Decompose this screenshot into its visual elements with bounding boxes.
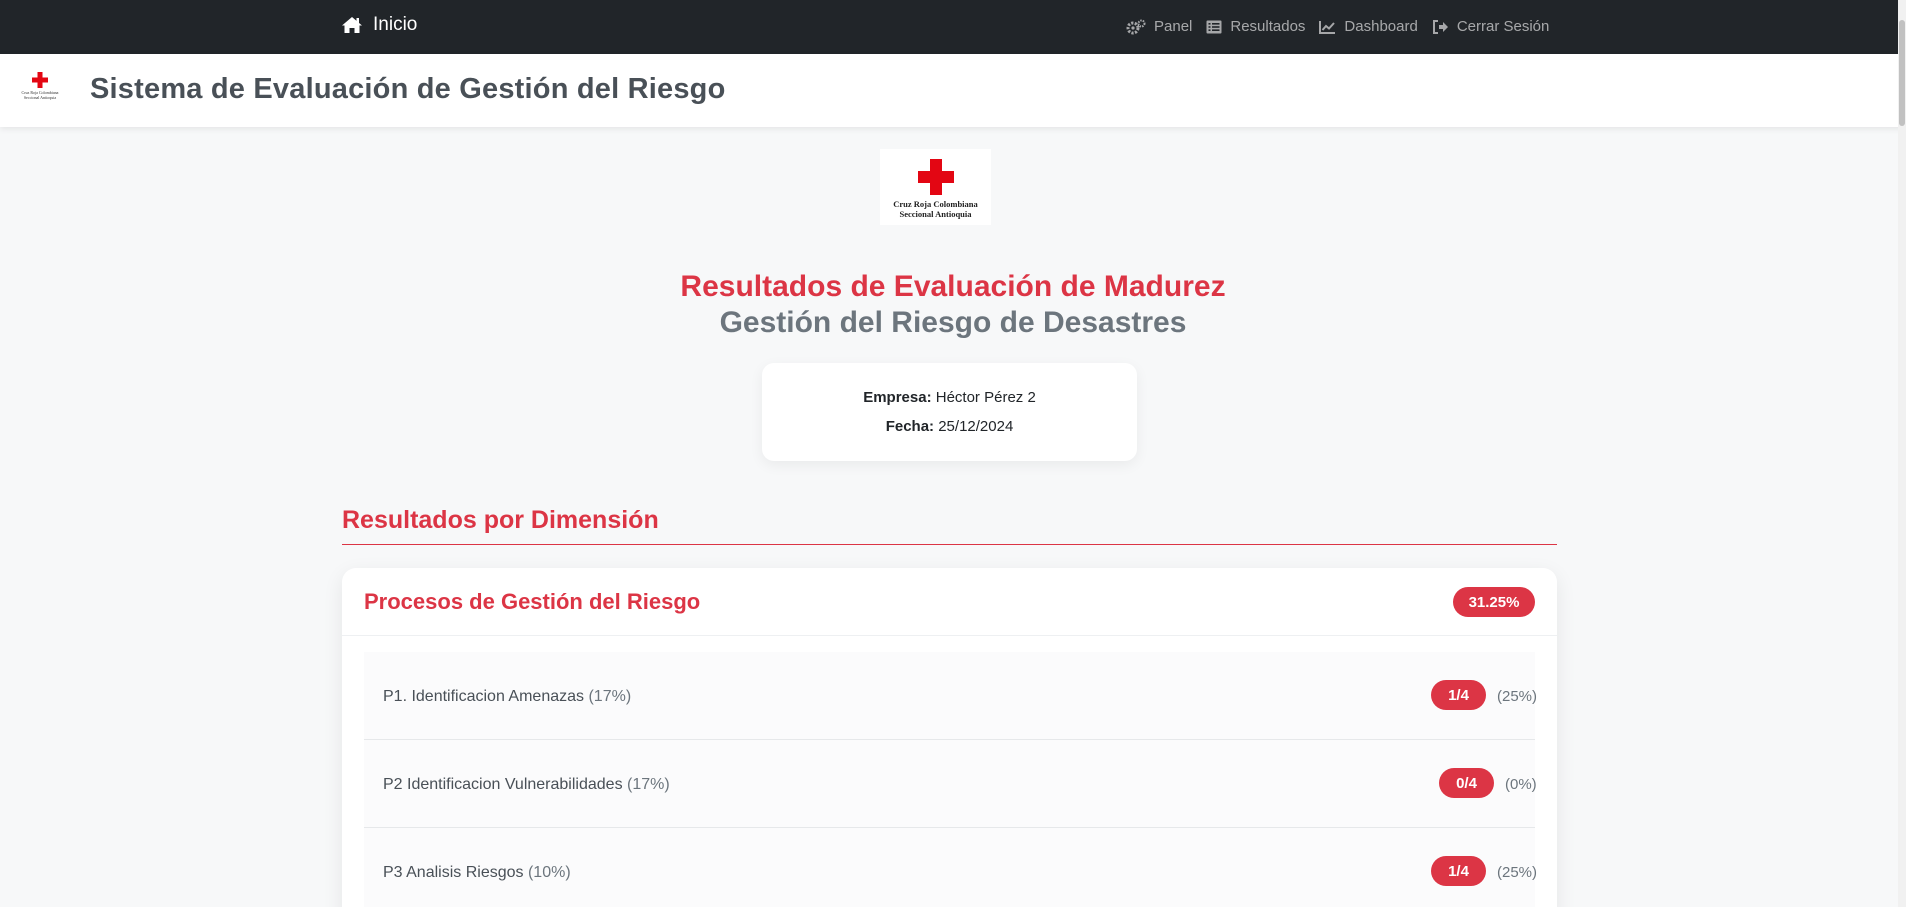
logo-text-1: Cruz Roja Colombiana bbox=[893, 199, 978, 209]
list-item: P3 Analisis Riesgos (10%) 1/4 (25%) bbox=[364, 828, 1538, 907]
date-value: 25/12/2024 bbox=[938, 418, 1014, 435]
date-label: Fecha: bbox=[885, 418, 935, 435]
nav-link-resultados-label: Resultados bbox=[1230, 18, 1306, 35]
company-label: Empresa: bbox=[863, 389, 932, 406]
item-label: P2 Identificacion Vulnerabilidades (17%) bbox=[383, 776, 670, 794]
nav-link-logout-label: Cerrar Sesión bbox=[1456, 18, 1550, 35]
nav-link-dashboard-label: Dashboard bbox=[1344, 18, 1418, 35]
app-title: Sistema de Evaluación de Gestión del Rie… bbox=[90, 73, 726, 105]
top-navbar: Inicio Panel Resultados Dashboard Cerrar… bbox=[0, 0, 1906, 54]
nav-link-panel[interactable]: Panel bbox=[1126, 18, 1192, 35]
dimension-header: Procesos de Gestión del Riesgo 31.25% bbox=[342, 568, 1557, 636]
red-cross-icon bbox=[32, 72, 48, 88]
item-name: P1. Identificacion Amenazas bbox=[383, 688, 585, 705]
cogs-icon bbox=[1126, 19, 1146, 34]
item-weight: (10%) bbox=[527, 864, 571, 881]
line-chart-icon bbox=[1319, 20, 1336, 34]
sign-out-icon bbox=[1432, 19, 1448, 34]
page-title: Resultados de Evaluación de Madurez bbox=[680, 270, 1226, 303]
header-logo: Cruz Roja Colombiana Seccional Antioquia bbox=[18, 72, 62, 108]
section-divider bbox=[342, 544, 1557, 545]
list-item: P1. Identificacion Amenazas (17%) 1/4 (2… bbox=[364, 652, 1538, 740]
list-item: P2 Identificacion Vulnerabilidades (17%)… bbox=[364, 740, 1537, 828]
organization-logo: Cruz Roja Colombiana Seccional Antioquia bbox=[880, 149, 991, 225]
nav-link-logout[interactable]: Cerrar Sesión bbox=[1432, 18, 1550, 35]
item-percent: (0%) bbox=[1505, 776, 1537, 793]
date-row: Fecha: 25/12/2024 bbox=[762, 418, 1137, 435]
item-percent: (25%) bbox=[1497, 688, 1538, 705]
item-score-badge: 1/4 bbox=[1431, 856, 1486, 886]
scrollbar-track[interactable] bbox=[1898, 0, 1906, 907]
home-icon bbox=[342, 17, 362, 33]
item-label: P3 Analisis Riesgos (10%) bbox=[383, 864, 571, 882]
item-name: P3 Analisis Riesgos bbox=[383, 864, 524, 881]
company-row: Empresa: Héctor Pérez 2 bbox=[762, 389, 1137, 406]
dimension-score-badge: 31.25% bbox=[1453, 587, 1535, 617]
section-title: Resultados por Dimensión bbox=[342, 506, 659, 534]
item-weight: (17%) bbox=[588, 688, 632, 705]
scrollbar-thumb[interactable] bbox=[1899, 20, 1905, 126]
dimension-card: Procesos de Gestión del Riesgo 31.25% P1… bbox=[342, 568, 1557, 907]
item-label: P1. Identificacion Amenazas (17%) bbox=[383, 688, 631, 706]
item-score-badge: 1/4 bbox=[1431, 680, 1486, 710]
item-name: P2 Identificacion Vulnerabilidades bbox=[383, 776, 623, 793]
red-cross-icon bbox=[917, 159, 954, 195]
company-value: Héctor Pérez 2 bbox=[935, 389, 1036, 406]
nav-link-resultados[interactable]: Resultados bbox=[1206, 18, 1305, 35]
nav-link-panel-label: Panel bbox=[1154, 18, 1193, 35]
page-subtitle: Gestión del Riesgo de Desastres bbox=[719, 306, 1187, 339]
header-logo-text-2: Seccional Antioquia bbox=[23, 95, 57, 100]
logo-text-2: Seccional Antioquia bbox=[899, 209, 972, 219]
home-label: Inicio bbox=[373, 14, 418, 35]
nav-links: Panel Resultados Dashboard Cerrar Sesión bbox=[1126, 18, 1563, 35]
item-score-badge: 0/4 bbox=[1439, 768, 1494, 798]
list-icon bbox=[1206, 20, 1222, 33]
dimension-name: Procesos de Gestión del Riesgo bbox=[364, 589, 701, 614]
info-card: Empresa: Héctor Pérez 2 Fecha: 25/12/202… bbox=[762, 363, 1137, 461]
home-link[interactable]: Inicio bbox=[341, 14, 417, 36]
item-weight: (17%) bbox=[627, 776, 670, 793]
nav-link-dashboard[interactable]: Dashboard bbox=[1319, 18, 1418, 35]
item-percent: (25%) bbox=[1497, 864, 1538, 881]
